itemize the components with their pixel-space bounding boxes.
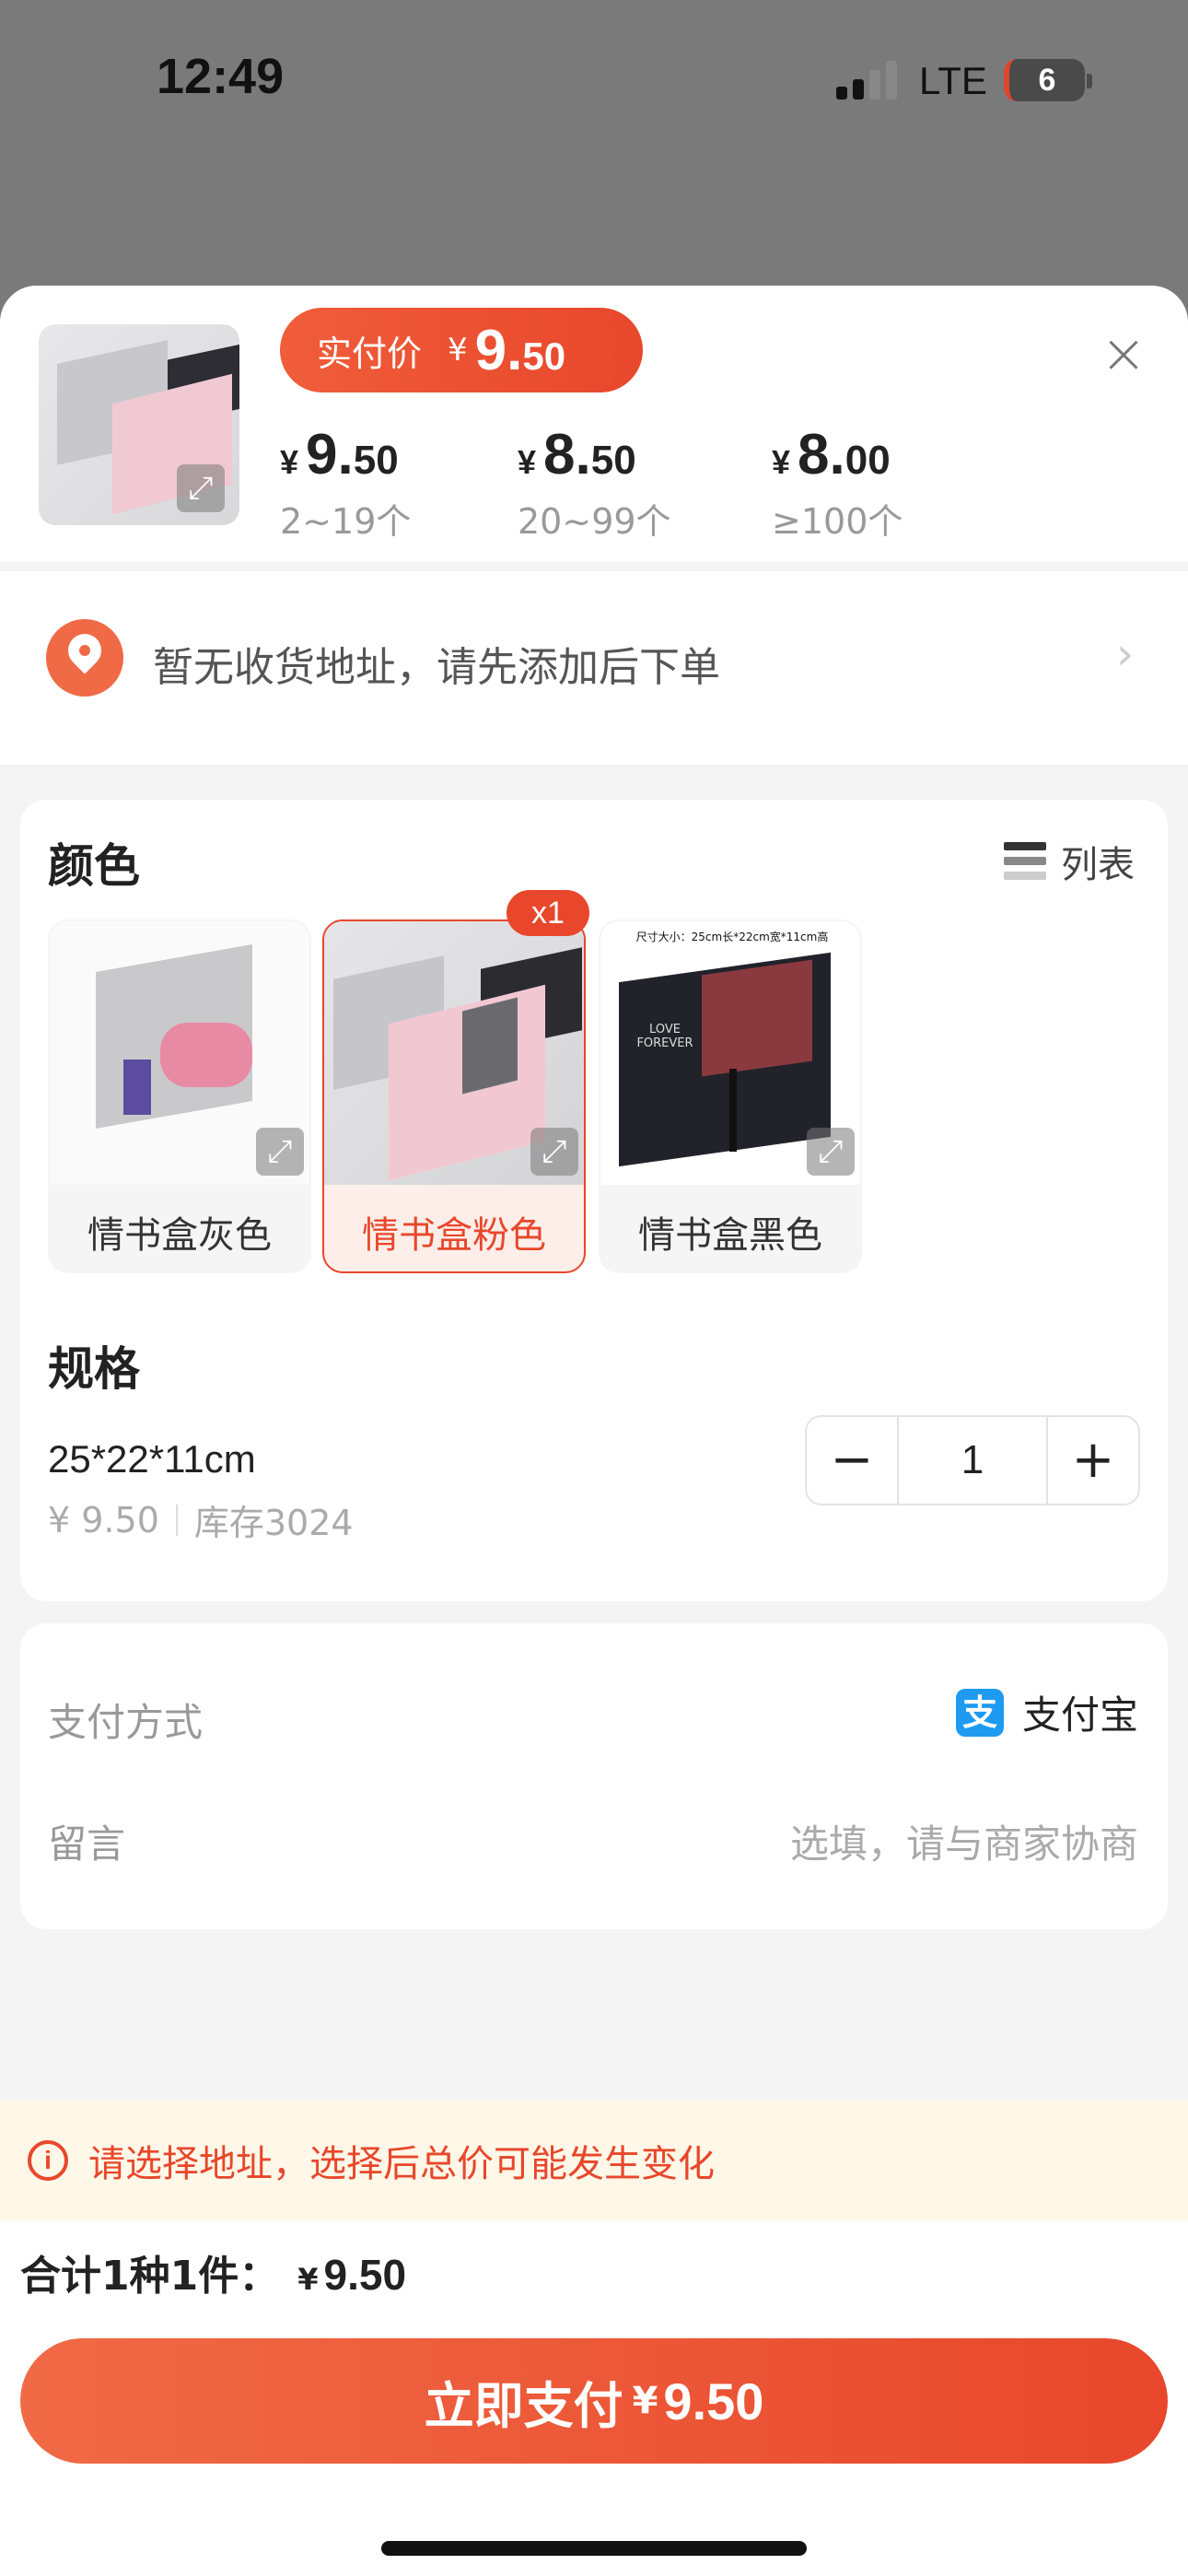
battery-icon: 6 [1004,59,1085,101]
location-pin-icon [46,619,123,697]
tier-range: ≥100个 [772,501,903,542]
spec-stock: 库存3024 [193,1503,354,1543]
tier-dec: 50 [590,438,636,483]
battery-tip [1087,74,1092,88]
spec-value: 25*22*11cm [48,1437,256,1481]
pay-now-button[interactable]: 立即支付 ¥ 9.50 [20,2338,1168,2464]
order-total: 合计1种1件： ¥ 9.50 [20,2242,406,2301]
quantity-stepper: − 1 + [805,1415,1140,1505]
pay-button-yen: ¥ [632,2380,658,2422]
price-tier: ¥8. 00 ≥100个 [772,422,903,544]
tier-dec: 50 [353,438,399,483]
tier-int: 8. [543,423,591,486]
tier-int: 9. [306,423,354,486]
total-amount: 9.50 [323,2251,407,2299]
divider [175,1504,178,1536]
list-view-toggle[interactable]: 列表 [1004,835,1135,888]
tier-range: 20~99个 [518,501,671,542]
color-section-title: 颜色 [48,839,140,893]
address-notice: i 请选择地址，选择后总价可能发生变化 [0,2101,1188,2220]
actual-price-int: 9. [474,318,523,382]
currency-symbol: ¥ [448,332,468,369]
tier-range: 2~19个 [280,501,412,542]
price-tier: ¥8. 50 20~99个 [518,422,671,544]
payment-method-label: 支付方式 [48,1700,204,1745]
variant-caption: 尺寸大小：25cm长*22cm宽*11cm高 [635,931,829,943]
variant-lettering: LOVE FOREVER [636,1023,693,1050]
selected-count-badge: x1 [507,890,589,936]
message-input[interactable]: 选填，请与商家协商 [790,1813,1138,1869]
expand-icon[interactable]: ⤢ [530,1128,578,1176]
payment-card: 支付方式 支 支付宝 留言 选填，请与商家协商 [20,1623,1168,1929]
total-label: 合计1种1件： [20,2253,280,2300]
decrease-button[interactable]: − [807,1417,897,1504]
info-icon: i [28,2140,68,2181]
actual-price-dec: 50 [522,334,566,378]
home-indicator[interactable] [381,2541,807,2556]
tier-dec: 00 [844,438,891,483]
actual-price-badge: 实付价 ¥ 9. 50 [280,308,643,392]
notice-text: 请选择地址，选择后总价可能发生变化 [88,2143,715,2185]
spec-price: ¥ 9.50 [48,1499,159,1540]
expand-icon[interactable]: ⤢ [807,1128,855,1176]
tier-int: 8. [798,423,845,486]
expand-icon[interactable]: ⤢ [256,1128,304,1176]
variant-black[interactable]: 尺寸大小：25cm长*22cm宽*11cm高 LOVE FOREVER ⤢ 情书… [599,919,862,1273]
product-header: ⤢ 实付价 ¥ 9. 50 × ¥9. 50 2~19个 ¥8. 50 20~99个… [0,286,1188,562]
list-view-label: 列表 [1061,844,1135,886]
chevron-right-icon: › [1116,628,1135,680]
variant-grey[interactable]: ⤢ 情书盒灰色 [48,919,311,1273]
message-label: 留言 [48,1821,126,1867]
tier-yen: ¥ [518,443,537,481]
pay-button-amount: 9.50 [663,2371,764,2430]
close-icon[interactable]: × [1096,326,1151,381]
total-yen: ¥ [297,2262,319,2297]
variant-label: 情书盒灰色 [87,1214,272,1257]
list-icon [1004,840,1046,883]
status-bar: 12:49 LTE 6 [0,0,1188,166]
variant-label: 情书盒粉色 [362,1214,546,1257]
tier-yen: ¥ [280,443,299,481]
variant-label: 情书盒黑色 [638,1214,822,1257]
checkout-bar: 合计1种1件： ¥ 9.50 立即支付 ¥ 9.50 [0,2220,1188,2576]
options-card: 颜色 列表 ⤢ 情书盒灰色 x1 ⤢ 情书盒粉色 尺寸大小：25cm长*22cm… [20,800,1168,1601]
pay-button-label: 立即支付 [424,2376,623,2435]
spec-section-title: 规格 [48,1342,140,1396]
increase-button[interactable]: + [1048,1417,1138,1504]
actual-price-label: 实付价 [317,333,423,374]
address-row[interactable]: 暂无收货地址，请先添加后下单 › [0,571,1188,765]
price-tier: ¥9. 50 2~19个 [280,422,411,544]
expand-icon[interactable]: ⤢ [177,464,225,512]
address-prompt: 暂无收货地址，请先添加后下单 [153,644,720,691]
spec-meta: ¥ 9.50 库存3024 [48,1494,354,1545]
tier-yen: ¥ [772,443,791,481]
quantity-input[interactable]: 1 [897,1417,1048,1504]
payment-method-value: 支付宝 [1021,1692,1138,1738]
order-sheet: ⤢ 实付价 ¥ 9. 50 × ¥9. 50 2~19个 ¥8. 50 20~99个… [0,286,1188,2576]
payment-method-select[interactable]: 支 支付宝 [955,1684,1138,1740]
alipay-icon: 支 [955,1688,1004,1737]
product-thumbnail[interactable]: ⤢ [39,324,239,525]
signal-icon [836,61,899,100]
status-time: 12:49 [157,49,285,104]
network-label: LTE [919,59,987,102]
variant-pink[interactable]: ⤢ 情书盒粉色 [322,919,586,1273]
